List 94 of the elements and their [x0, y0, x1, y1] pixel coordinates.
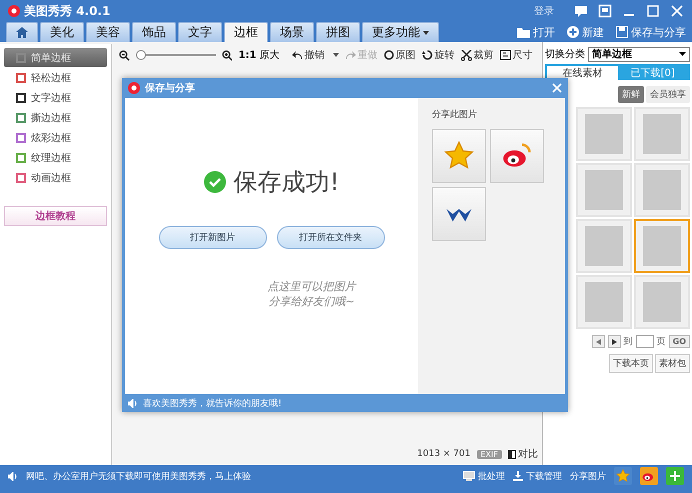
save-button[interactable]: 保存与分享 — [616, 22, 686, 42]
undo-icon — [292, 50, 303, 60]
zoom-out-icon[interactable] — [119, 50, 130, 60]
caret-icon[interactable] — [332, 53, 339, 57]
nav-tab[interactable]: 文字 — [178, 22, 222, 42]
share-target-button[interactable] — [432, 187, 486, 241]
nav-tab[interactable]: 饰品 — [132, 22, 176, 42]
share-shortcut-button[interactable] — [640, 467, 658, 485]
sidebar-item[interactable]: 动画边框 — [4, 168, 107, 187]
slider-thumb[interactable] — [136, 50, 146, 60]
previous-page-button[interactable] — [592, 335, 605, 348]
caret-icon — [679, 52, 686, 56]
actual-size-button[interactable]: 1:1 原大 — [238, 48, 280, 62]
material-pack-button[interactable]: 素材包 — [655, 354, 690, 373]
home-tab[interactable] — [6, 22, 38, 42]
speaker-icon — [8, 472, 18, 480]
circle-icon — [384, 50, 394, 60]
resize-icon — [500, 50, 511, 60]
star-icon — [444, 141, 474, 171]
caret-icon — [423, 30, 429, 34]
plus-circle-icon — [567, 26, 579, 38]
batch-button[interactable]: 批处理 — [463, 470, 505, 482]
original-button[interactable]: 原图 — [384, 48, 416, 62]
image-dimensions: 1013 × 701 — [417, 449, 470, 459]
frame-thumbnail[interactable] — [634, 219, 690, 273]
star-icon — [616, 469, 630, 483]
crop-button[interactable]: 裁剪 — [460, 48, 494, 62]
login-link[interactable]: 登录 — [534, 4, 554, 18]
download-icon — [513, 471, 523, 481]
nav-tab[interactable]: 边框 — [224, 22, 268, 42]
rotate-icon — [422, 50, 433, 60]
filter-tab[interactable]: 新鲜 — [618, 86, 644, 103]
tutorial-button[interactable]: 边框教程 — [4, 206, 107, 226]
app-logo-icon — [8, 5, 20, 17]
folder-icon — [517, 26, 530, 38]
page-input[interactable] — [636, 335, 654, 348]
nav-tab[interactable]: 场景 — [270, 22, 314, 42]
nav-tab[interactable]: 拼图 — [316, 22, 360, 42]
size-button[interactable]: 尺寸 — [500, 48, 533, 62]
compare-button[interactable]: 对比 — [508, 447, 538, 461]
category-select[interactable]: 简单边框 — [588, 46, 690, 62]
nav-tab[interactable]: 更多功能 — [362, 22, 439, 42]
left-arrow-icon — [596, 338, 601, 344]
share-button[interactable]: 分享图片 — [570, 470, 606, 482]
download-page-button[interactable]: 下载本页 — [609, 354, 653, 373]
open-folder-button[interactable]: 打开所在文件夹 — [276, 226, 384, 249]
page-label: 页 — [656, 336, 666, 348]
share-target-button[interactable] — [490, 129, 544, 183]
panel-tab[interactable]: 在线素材 — [547, 66, 618, 80]
save-icon — [616, 26, 628, 38]
sidebar-item[interactable]: 撕边边框 — [4, 108, 107, 127]
right-arrow-icon — [612, 338, 617, 344]
nav-tab[interactable]: 美容 — [86, 22, 130, 42]
monitor-icon — [463, 471, 475, 481]
share-shortcut-button[interactable] — [614, 467, 632, 485]
nav-tab[interactable]: 美化 — [40, 22, 84, 42]
window-title: 美图秀秀 4.0.1 — [24, 2, 110, 20]
scissors-icon — [460, 50, 472, 60]
sidebar-item[interactable]: 文字边框 — [4, 88, 107, 107]
plus-icon — [669, 470, 681, 482]
filter-tab[interactable]: 会员独享 — [646, 86, 690, 103]
zoom-in-icon[interactable] — [222, 50, 232, 60]
app-logo-icon — [128, 82, 140, 94]
goto-label: 到 — [624, 336, 633, 348]
zoom-slider[interactable] — [136, 50, 216, 60]
redo-icon — [344, 50, 356, 60]
close-icon[interactable] — [552, 83, 562, 93]
home-icon — [16, 27, 28, 38]
go-button[interactable]: GO — [668, 335, 690, 348]
share-title: 分享此图片 — [432, 108, 478, 121]
success-message: 保存成功! — [234, 167, 340, 198]
open-new-image-button[interactable]: 打开新图片 — [158, 226, 266, 249]
message-icon[interactable] — [574, 4, 588, 18]
sidebar-item[interactable]: 轻松边框 — [4, 68, 107, 87]
undo-button[interactable]: 撤销 — [292, 48, 339, 62]
new-button[interactable]: 新建 — [567, 22, 604, 42]
dialog-title: 保存与分享 — [145, 81, 195, 95]
sidebar-item[interactable]: 简单边框 — [4, 48, 107, 67]
rotate-button[interactable]: 旋转 — [422, 48, 455, 62]
status-message[interactable]: 网吧、办公室用户无须下载即可使用美图秀秀，马上体验 — [26, 470, 251, 482]
handwritten-note: 点这里可以把图片 分享给好友们哦~ — [268, 279, 356, 309]
dialog-footer-text: 喜欢美图秀秀，就告诉你的朋友哦! — [143, 398, 282, 410]
open-button[interactable]: 打开 — [517, 22, 555, 42]
skin-icon[interactable] — [598, 4, 612, 18]
maximize-icon[interactable] — [646, 4, 660, 18]
sidebar-item[interactable]: 炫彩边框 — [4, 128, 107, 147]
next-page-button[interactable] — [608, 335, 621, 348]
category-label: 切换分类 — [545, 48, 585, 61]
close-icon[interactable] — [670, 4, 684, 18]
sidebar-item[interactable]: 纹理边框 — [4, 148, 107, 167]
check-icon — [204, 171, 226, 193]
share-shortcut-button[interactable] — [666, 467, 684, 485]
download-button[interactable]: 下载管理 — [513, 470, 562, 482]
speaker-icon — [128, 398, 138, 408]
